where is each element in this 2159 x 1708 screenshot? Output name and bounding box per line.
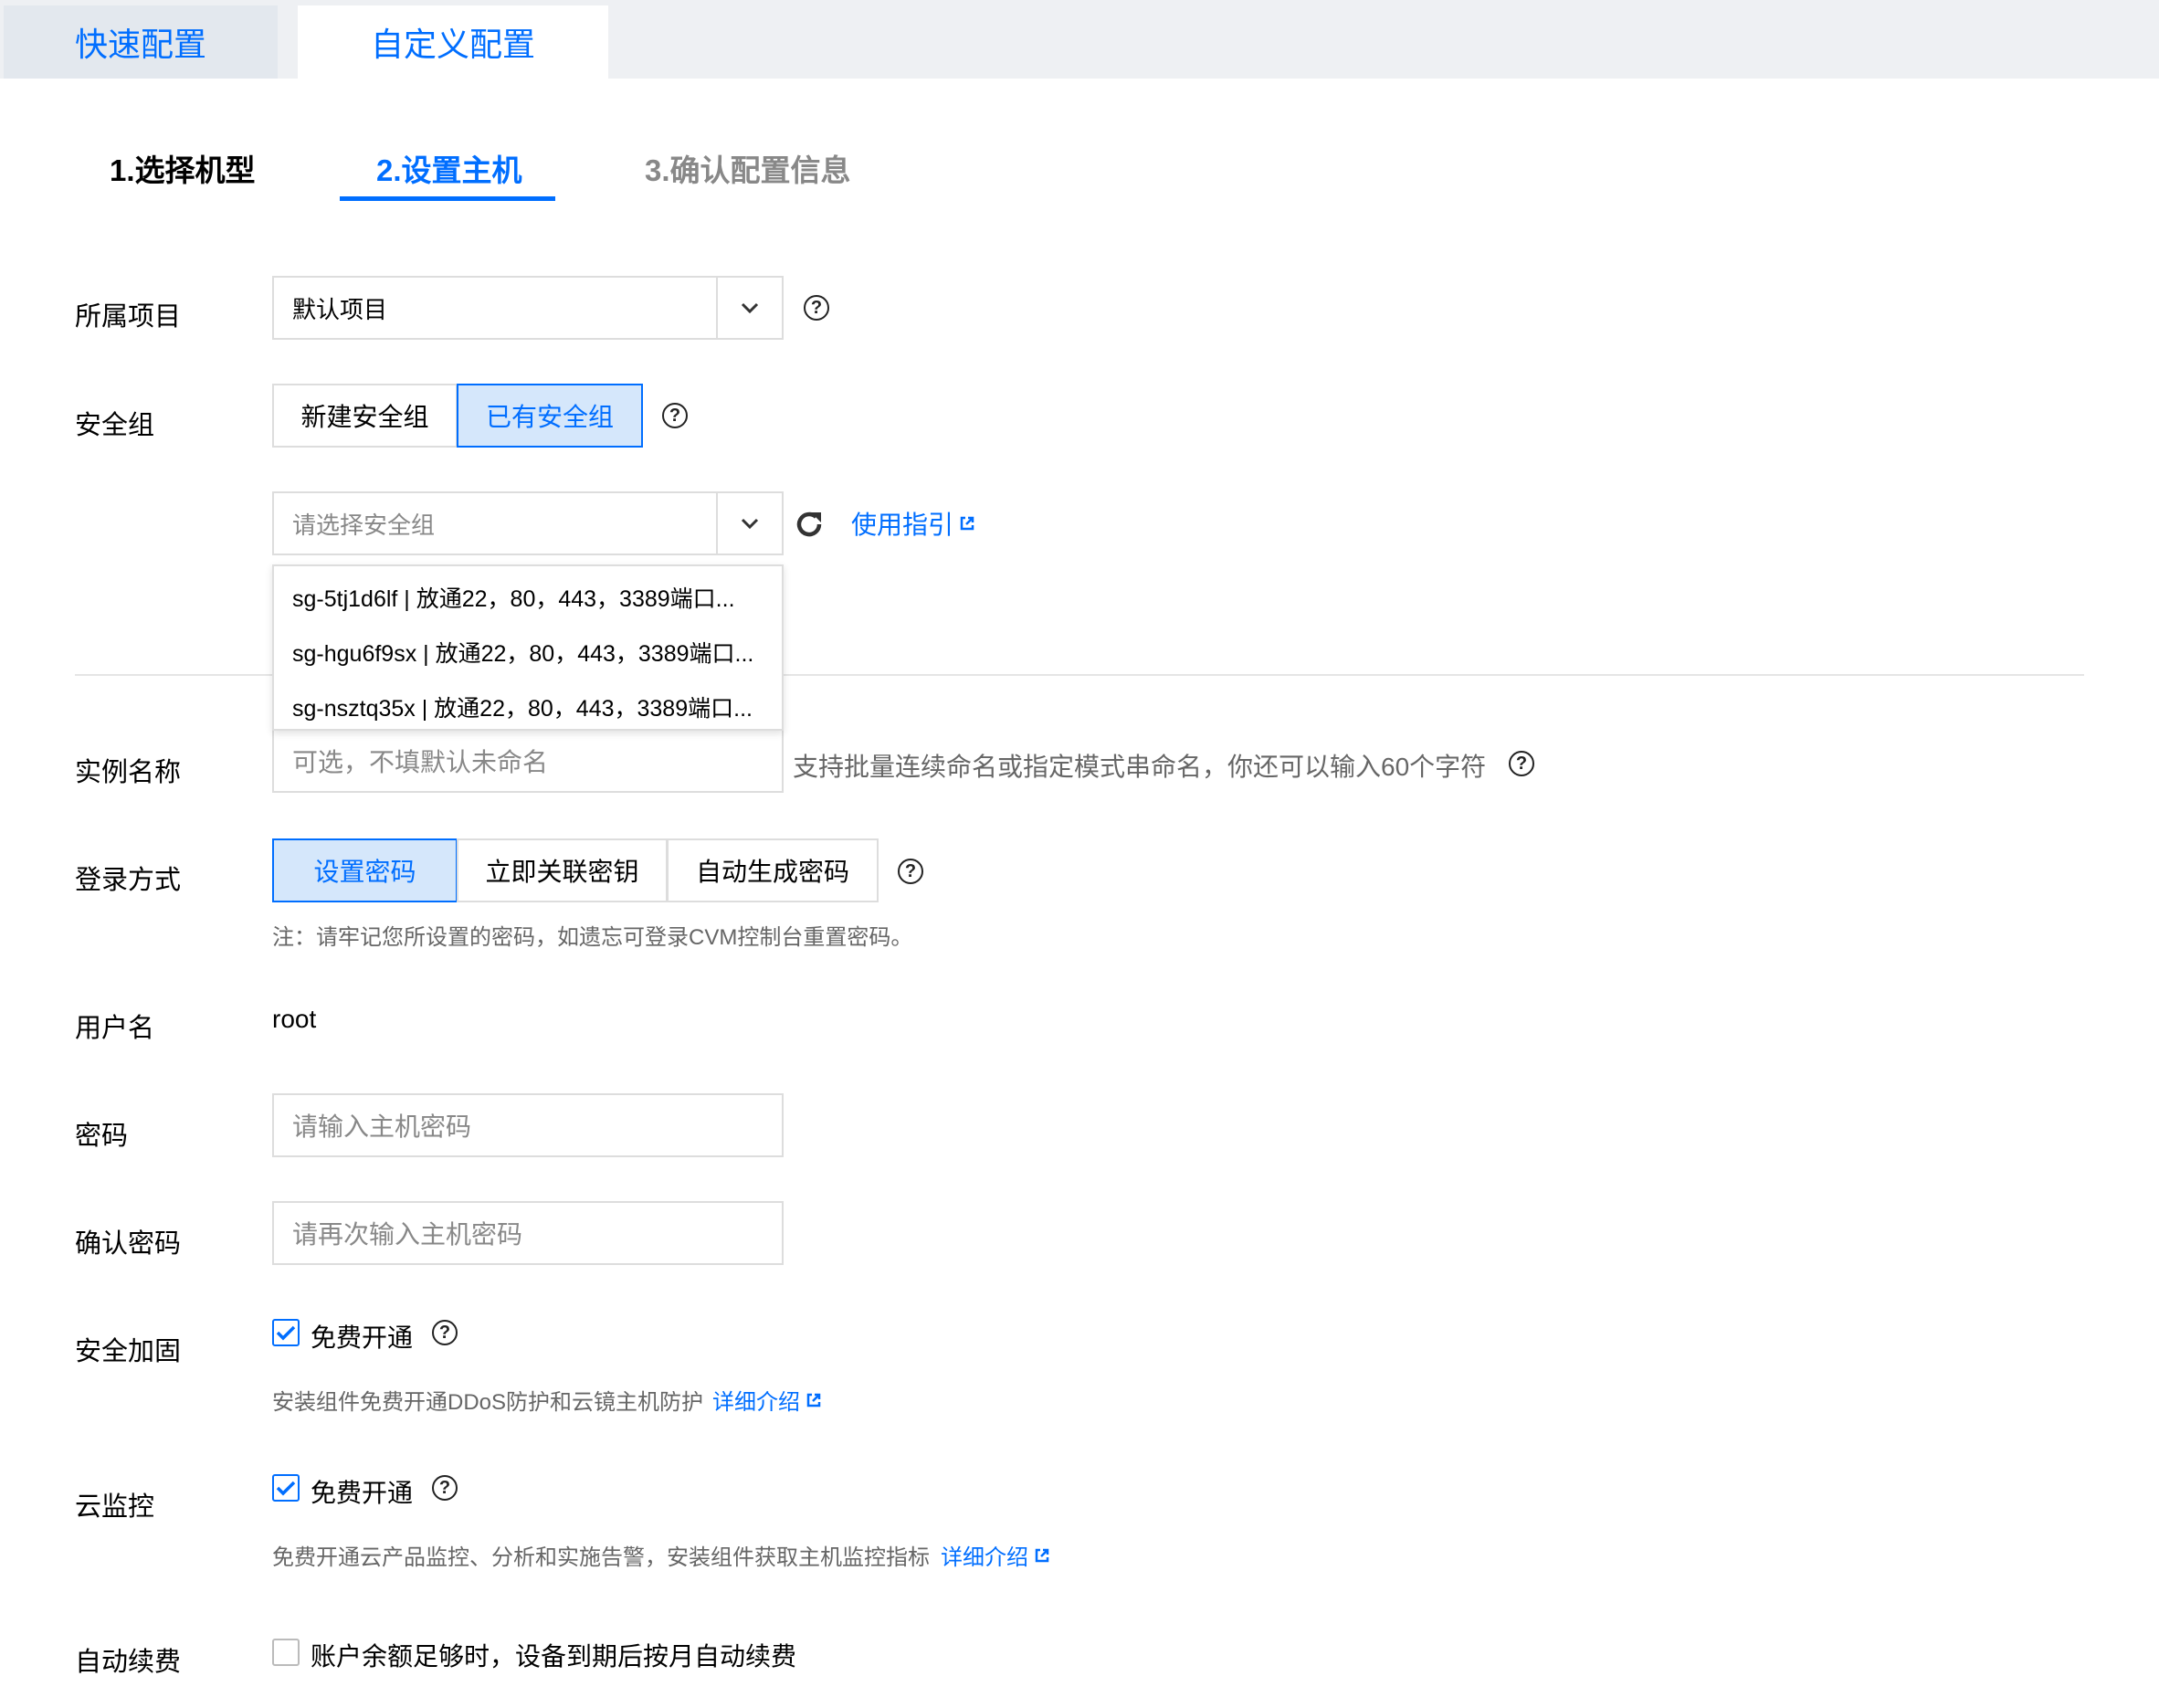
password-label: 密码 <box>75 1122 129 1151</box>
security-group-select-placeholder: 请选择安全组 <box>292 511 436 539</box>
help-icon[interactable]: ? <box>432 1320 458 1345</box>
detail-link-label: 详细介绍 <box>941 1545 1028 1570</box>
active-step-indicator <box>340 196 555 201</box>
username-label: 用户名 <box>75 1014 155 1043</box>
existing-security-group-button[interactable]: 已有安全组 <box>457 384 643 448</box>
instance-name-hint: 支持批量连续命名或指定模式串命名，你还可以输入60个字符 <box>793 753 1487 781</box>
auto-renew-checkbox[interactable] <box>272 1639 300 1666</box>
security-hardening-checkbox[interactable] <box>272 1319 300 1346</box>
help-icon[interactable]: ? <box>662 403 688 428</box>
security-group-label: 安全组 <box>75 411 155 440</box>
tab-quick-config[interactable]: 快速配置 <box>4 5 278 79</box>
dropdown-option[interactable]: sg-nsztq35x | 放通22，80，443，3389端口... <box>292 691 753 723</box>
cloud-monitor-desc: 免费开通云产品监控、分析和实施告警，安装组件获取主机监控指标 <box>272 1545 930 1570</box>
login-method-label: 登录方式 <box>75 866 182 895</box>
project-label: 所属项目 <box>75 302 182 332</box>
new-security-group-button[interactable]: 新建安全组 <box>272 384 458 448</box>
external-link-icon <box>1035 1548 1049 1562</box>
cloud-monitor-checkbox-label[interactable]: 免费开通 <box>311 1473 413 1510</box>
password-placeholder: 请输入主机密码 <box>292 1112 472 1141</box>
chevron-down-icon <box>716 278 782 338</box>
project-select[interactable]: 默认项目 <box>272 276 784 340</box>
checkmark-icon <box>276 1325 296 1341</box>
username-value: root <box>272 1005 317 1033</box>
security-hardening-desc: 安装组件免费开通DDoS防护和云镜主机防护 <box>272 1390 704 1415</box>
confirm-password-input[interactable]: 请再次输入主机密码 <box>272 1201 784 1265</box>
instance-name-input[interactable]: 可选，不填默认未命名 <box>272 729 784 793</box>
auto-renew-checkbox-label[interactable]: 账户余额足够时，设备到期后按月自动续费 <box>311 1637 796 1673</box>
login-note: 注：请牢记您所设置的密码，如遗忘可登录CVM控制台重置密码。 <box>272 925 913 950</box>
security-group-select[interactable]: 请选择安全组 <box>272 491 784 555</box>
refresh-icon[interactable] <box>793 508 826 541</box>
security-hardening-checkbox-label[interactable]: 免费开通 <box>311 1318 413 1355</box>
usage-guide-link[interactable]: 使用指引 <box>851 505 975 542</box>
auto-generate-password-button[interactable]: 自动生成密码 <box>667 838 879 902</box>
tab-custom-config[interactable]: 自定义配置 <box>298 5 608 79</box>
checkmark-icon <box>276 1481 296 1496</box>
cloud-monitor-detail-link[interactable]: 详细介绍 <box>941 1539 1050 1571</box>
external-link-icon <box>960 516 974 531</box>
help-icon[interactable]: ? <box>898 859 923 884</box>
confirm-password-placeholder: 请再次输入主机密码 <box>292 1220 523 1249</box>
associate-key-button[interactable]: 立即关联密钥 <box>457 838 668 902</box>
set-password-button[interactable]: 设置密码 <box>272 838 458 902</box>
confirm-password-label: 确认密码 <box>75 1229 182 1259</box>
step-confirm-config[interactable]: 3.确认配置信息 <box>645 146 851 190</box>
project-select-value: 默认项目 <box>292 295 388 323</box>
help-icon[interactable]: ? <box>804 295 829 321</box>
cloud-monitor-label: 云监控 <box>75 1492 155 1522</box>
step-set-host[interactable]: 2.设置主机 <box>376 146 522 190</box>
chevron-down-icon <box>716 493 782 554</box>
instance-name-placeholder: 可选，不填默认未命名 <box>292 748 549 776</box>
help-icon[interactable]: ? <box>1509 751 1534 776</box>
usage-guide-label: 使用指引 <box>851 511 954 539</box>
step-select-model[interactable]: 1.选择机型 <box>110 146 256 190</box>
dropdown-option[interactable]: sg-hgu6f9sx | 放通22，80，443，3389端口... <box>292 636 753 669</box>
security-hardening-label: 安全加固 <box>75 1337 182 1366</box>
help-icon[interactable]: ? <box>432 1475 458 1501</box>
security-hardening-detail-link[interactable]: 详细介绍 <box>712 1384 822 1416</box>
cloud-monitor-checkbox[interactable] <box>272 1474 300 1502</box>
external-link-icon <box>806 1393 821 1407</box>
dropdown-option[interactable]: sg-5tj1d6lf | 放通22，80，443，3389端口... <box>292 581 735 614</box>
instance-name-label: 实例名称 <box>75 758 182 787</box>
security-group-dropdown: sg-5tj1d6lf | 放通22，80，443，3389端口... sg-h… <box>272 564 784 731</box>
detail-link-label: 详细介绍 <box>712 1390 800 1415</box>
auto-renew-label: 自动续费 <box>75 1648 182 1677</box>
password-input[interactable]: 请输入主机密码 <box>272 1093 784 1157</box>
